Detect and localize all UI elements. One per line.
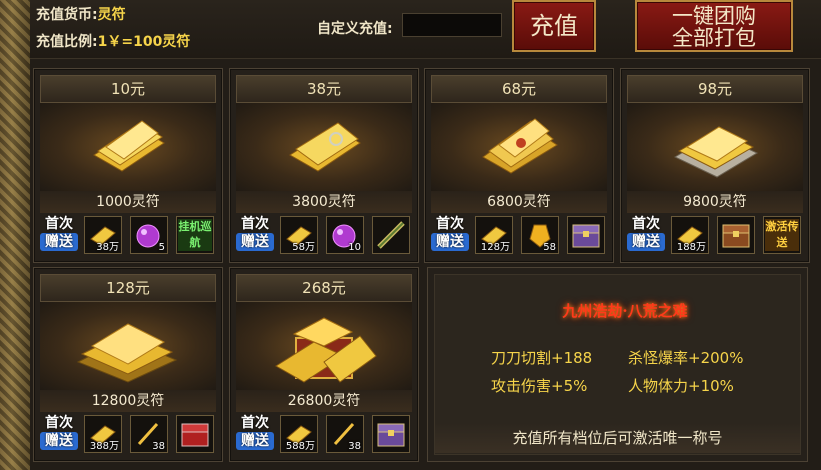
package-amount: 1000灵符 [40,191,216,213]
package-amount: 3800灵符 [236,191,412,213]
first-gift-tag: 首次 赠送 [431,215,469,255]
gold-sheet-icon[interactable]: 128万 [475,216,513,254]
package-amount: 6800灵符 [431,191,607,213]
treasure-chest-icon[interactable] [717,216,755,254]
bundle-line-1: 一键团购 [672,4,756,28]
first-gift-tag: 首次 赠送 [627,215,665,255]
purple-orb-icon[interactable]: 10 [326,216,364,254]
sword-icon[interactable]: 38 [130,415,168,453]
gold-sheet-icon[interactable]: 188万 [671,216,709,254]
ratio-label: 充值比例: [36,34,98,50]
sword-icon[interactable]: 38 [326,415,364,453]
gold-sheet-icon[interactable]: 58万 [280,216,318,254]
gold-talisman-icon [40,103,216,191]
package-price: 10元 [40,75,216,103]
gold-crystal-icon[interactable]: 58 [521,216,559,254]
stat-item: 攻击伤害+5% [491,377,588,395]
stat-item: 杀怪爆率+200% [628,349,744,367]
gold-talisman-icon [431,103,607,191]
gold-sheet-icon[interactable]: 388万 [84,415,122,453]
ratio-value: 1￥=100灵符 [97,34,191,50]
package-card[interactable]: 10元 1000灵符 首次 赠送 38万 5 挂机巡航 [33,68,223,263]
purple-orb-icon[interactable]: 5 [130,216,168,254]
bundle-buy-button[interactable]: 一键团购 全部打包 [635,0,793,52]
package-price: 38元 [236,75,412,103]
header-bar: 充值货币:灵符 充值比例:1￥=100灵符 自定义充值: 充值 一键团购 全部打… [30,0,821,59]
treasure-chest-icon[interactable] [372,415,410,453]
first-gift-tag: 首次 赠送 [40,414,78,454]
currency-value: 灵符 [97,7,126,23]
first-gift-row: 首次 赠送 588万 38 [236,414,412,454]
package-card[interactable]: 268元 26800灵符 首次 赠送 588万 38 [229,267,419,462]
stat-item: 人物体力+10% [628,377,734,395]
first-gift-tag: 首次 赠送 [236,215,274,255]
bundle-line-2: 全部打包 [672,26,756,50]
stat-item: 刀刀切割+188 [491,349,593,367]
scroll-icon[interactable] [372,216,410,254]
package-card[interactable]: 68元 6800灵符 首次 赠送 128万 58 [424,68,614,263]
title-reward-panel: 九州浩劫·八荒之难 刀刀切割+188 杀怪爆率+200% 攻击伤害+5% 人物体… [427,267,808,462]
red-chest-icon[interactable] [176,415,214,453]
first-gift-row: 首次 赠送 388万 38 [40,414,216,454]
package-price: 68元 [431,75,607,103]
gold-sheet-icon[interactable]: 38万 [84,216,122,254]
title-name: 九州浩劫·八荒之难 [562,302,688,320]
package-price: 268元 [236,274,412,302]
title-reward-inner: 九州浩劫·八荒之难 刀刀切割+188 杀怪爆率+200% 攻击伤害+5% 人物体… [434,274,801,455]
first-gift-tag: 首次 赠送 [40,215,78,255]
left-border-decoration [0,0,30,470]
auto-patrol-icon[interactable]: 挂机巡航 [176,216,214,254]
gold-sheet-icon[interactable]: 588万 [280,415,318,453]
first-gift-row: 首次 赠送 128万 58 [431,215,607,255]
currency-label: 充值货币: [36,7,98,23]
activate-teleport-icon[interactable]: 激活传送 [763,216,801,254]
treasure-chest-icon[interactable] [567,216,605,254]
first-gift-row: 首次 赠送 188万 激活传送 [627,215,803,255]
first-gift-row: 首次 赠送 38万 5 挂机巡航 [40,215,216,255]
package-amount: 9800灵符 [627,191,803,213]
package-amount: 26800灵符 [236,390,412,412]
first-gift-tag: 首次 赠送 [236,414,274,454]
package-card[interactable]: 128元 12800灵符 首次 赠送 388万 38 [33,267,223,462]
custom-recharge-label: 自定义充值: [317,21,393,37]
ratio-row: 充值比例:1￥=100灵符 [36,31,190,51]
gold-treasure-pile-icon [236,302,412,390]
package-amount: 12800灵符 [40,390,216,412]
package-price: 128元 [40,274,216,302]
gold-talisman-icon [627,103,803,191]
title-unlock-note: 充值所有档位后可激活唯一称号 [512,429,723,447]
package-card[interactable]: 98元 9800灵符 首次 赠送 188万 激活传送 [620,68,810,263]
package-card[interactable]: 38元 3800灵符 首次 赠送 58万 10 [229,68,419,263]
first-gift-row: 首次 赠送 58万 10 [236,215,412,255]
gold-talisman-icon [236,103,412,191]
recharge-button[interactable]: 充值 [512,0,596,52]
recharge-panel: 充值货币:灵符 充值比例:1￥=100灵符 自定义充值: 充值 一键团购 全部打… [0,0,821,470]
currency-row: 充值货币:灵符 [36,4,126,24]
gold-talisman-icon [40,302,216,390]
package-price: 98元 [627,75,803,103]
custom-recharge-input[interactable] [402,13,502,37]
